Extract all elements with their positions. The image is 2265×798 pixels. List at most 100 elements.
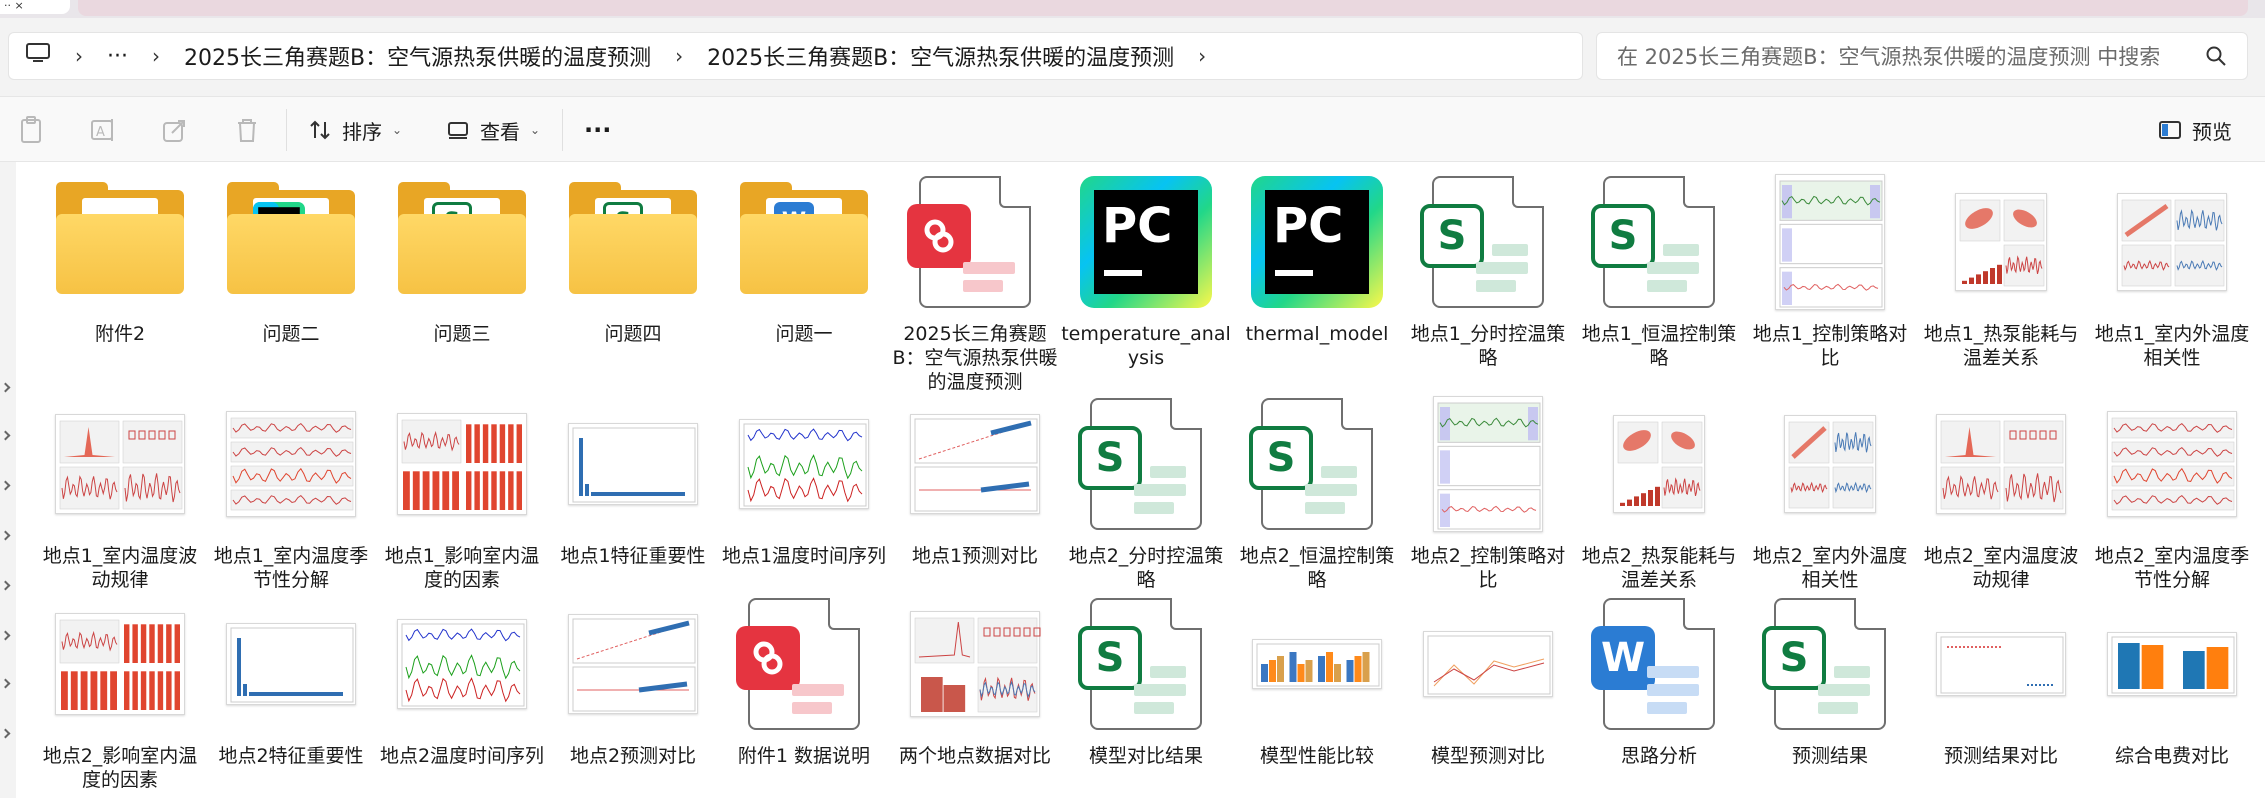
breadcrumb-item[interactable]: 2025长三角赛题B：空气源热泵供暖的温度预测 [693, 40, 1188, 72]
file-thumbnail [2092, 172, 2252, 312]
file-name: 地点1特征重要性 [560, 545, 706, 567]
file-name: thermal_model [1245, 323, 1389, 345]
file-name: 地点1_影响室内温度的因素 [384, 545, 540, 591]
file-thumbnail [895, 172, 1055, 312]
paste-icon[interactable] [16, 115, 46, 145]
file-thumbnail [1750, 172, 1910, 312]
more-options-button[interactable]: ··· [584, 109, 611, 151]
view-label: 查看 [480, 119, 520, 144]
file-thumbnail [1579, 394, 1739, 534]
folder-icon: S [398, 182, 526, 294]
preview-label: 预览 [2192, 119, 2232, 144]
chevron-right-icon: › [675, 44, 684, 68]
image-thumbnail [910, 414, 1040, 514]
image-thumbnail [2107, 411, 2237, 517]
file-thumbnail [211, 394, 371, 534]
chevron-right-icon[interactable] [0, 630, 11, 641]
file-thumbnail: S [1408, 172, 1568, 312]
file-thumbnail [724, 594, 884, 734]
chevron-right-icon[interactable] [0, 530, 11, 541]
chevron-right-icon[interactable]: › [1188, 44, 1216, 68]
title-bar-fill [78, 0, 2248, 16]
file-thumbnail [382, 394, 542, 534]
file-name: 地点1预测对比 [911, 545, 1039, 567]
file-thumbnail: W [724, 172, 884, 312]
file-name: 地点1_室内温度季节性分解 [213, 545, 369, 591]
chevron-right-icon[interactable] [0, 480, 11, 491]
file-name: 预测结果 [1791, 745, 1868, 767]
file-name: 预测结果对比 [1943, 745, 2058, 767]
image-thumbnail [1955, 193, 2047, 291]
file-grid: 附件2 PC 问题二 S 问题三 S 问题四 W 问题一 2025长三角赛题B：空气源热… [16, 162, 2265, 798]
file-thumbnail: S [382, 172, 542, 312]
chevron-right-icon[interactable] [0, 678, 11, 689]
file-name: 模型性能比较 [1259, 745, 1374, 767]
file-name: 地点2_恒温控制策略 [1239, 545, 1395, 591]
image-thumbnail [55, 613, 185, 715]
chevron-right-icon[interactable] [0, 430, 11, 441]
file-name: 综合电费对比 [2114, 745, 2229, 767]
search-placeholder: 在 2025长三角赛题B：空气源热泵供暖的温度预测 中搜索 [1617, 45, 2161, 69]
folder-icon [56, 182, 184, 294]
chevron-right-icon[interactable] [0, 382, 11, 393]
breadcrumb[interactable]: › ··· › 2025长三角赛题B：空气源热泵供暖的温度预测 › 2025长三… [8, 32, 1583, 80]
pdf-file-icon [736, 598, 860, 730]
file-name: 地点2预测对比 [569, 745, 697, 767]
file-thumbnail [724, 394, 884, 534]
file-name: 地点1_室内温度波动规律 [42, 545, 198, 591]
this-pc-icon[interactable] [9, 41, 65, 71]
file-thumbnail [40, 394, 200, 534]
file-name: 思路分析 [1620, 745, 1697, 767]
breadcrumb-item[interactable]: 2025长三角赛题B：空气源热泵供暖的温度预测 [170, 40, 665, 72]
view-button[interactable]: 查看 ⌄ [446, 109, 540, 151]
file-thumbnail: PC [211, 172, 371, 312]
title-bar: ·· × [0, 0, 2265, 18]
breadcrumb-overflow[interactable]: ··· [93, 44, 142, 69]
file-name: 地点2_分时控温策略 [1068, 545, 1224, 591]
file-thumbnail [1921, 172, 2081, 312]
chevron-right-icon[interactable] [0, 580, 11, 591]
chevron-right-icon[interactable] [0, 728, 11, 739]
file-name: 附件1 数据说明 [737, 745, 871, 767]
file-name: 地点2_室内外温度相关性 [1752, 545, 1908, 591]
rename-icon[interactable]: A [88, 115, 118, 145]
image-thumbnail [397, 619, 527, 709]
file-name: 附件2 [94, 323, 146, 345]
image-thumbnail [1784, 415, 1876, 513]
share-icon[interactable] [160, 115, 190, 145]
file-thumbnail [1921, 594, 2081, 734]
delete-icon[interactable] [232, 115, 262, 145]
excel-file-icon: S [1591, 176, 1715, 308]
file-name: 地点1_分时控温策略 [1410, 323, 1566, 369]
pycharm-file-icon: PC [1080, 176, 1212, 308]
sort-label: 排序 [342, 119, 382, 144]
search-icon[interactable] [2205, 45, 2227, 67]
file-name: 模型预测对比 [1430, 745, 1545, 767]
file-thumbnail: S [1579, 172, 1739, 312]
excel-file-icon: S [1762, 598, 1886, 730]
tab-fragment[interactable]: ·· × [0, 0, 70, 14]
preview-button[interactable]: 预览 [2158, 109, 2232, 151]
file-name: 地点1_热泵能耗与温差关系 [1923, 323, 2079, 369]
file-name: 地点1_控制策略对比 [1752, 323, 1908, 369]
image-thumbnail [739, 419, 869, 509]
image-thumbnail [910, 611, 1041, 717]
file-name: 2025长三角赛题B：空气源热泵供暖的温度预测 [892, 323, 1058, 393]
file-thumbnail [40, 594, 200, 734]
image-thumbnail [226, 411, 356, 517]
preview-pane-icon [2159, 121, 2181, 139]
chevron-down-icon: ⌄ [392, 123, 403, 137]
file-name: 地点2_影响室内温度的因素 [42, 745, 198, 791]
image-thumbnail [1252, 639, 1382, 689]
image-thumbnail [1433, 396, 1543, 532]
chevron-right-icon: › [75, 44, 83, 68]
image-thumbnail [568, 423, 698, 505]
file-thumbnail: S [1237, 394, 1397, 534]
navigation-pane-edge [0, 162, 16, 798]
file-name: 问题三 [433, 323, 491, 345]
sort-button[interactable]: 排序 ⌄ [308, 109, 402, 151]
search-input[interactable]: 在 2025长三角赛题B：空气源热泵供暖的温度预测 中搜索 [1596, 32, 2248, 80]
file-thumbnail [1750, 394, 1910, 534]
file-name: 地点2_热泵能耗与温差关系 [1581, 545, 1737, 591]
folder-icon: PC [227, 182, 355, 294]
